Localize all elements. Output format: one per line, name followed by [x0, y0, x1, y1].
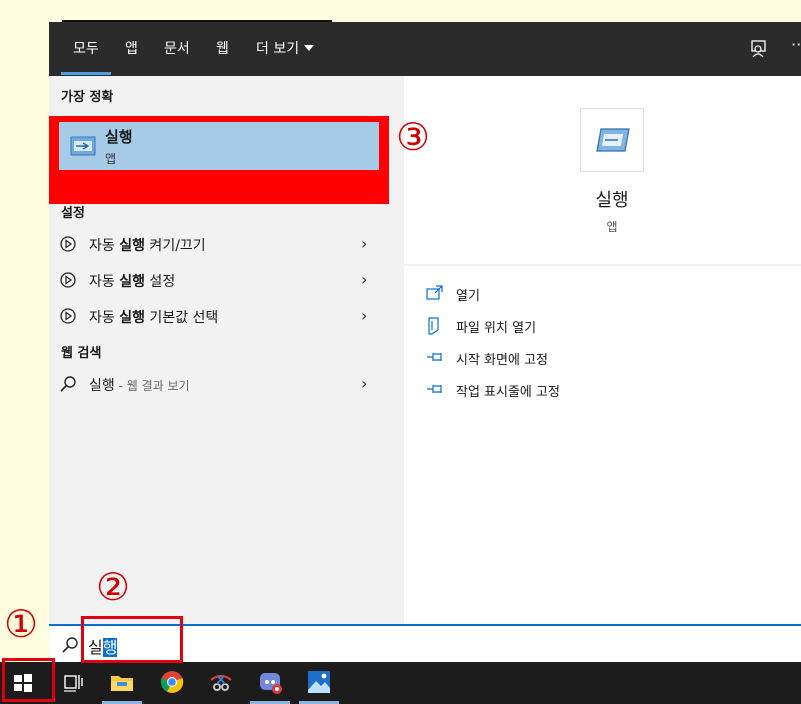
search-filter-bar: 모두 앱 문서 웹 더 보기 ··· — [49, 22, 801, 76]
settings-item-label: 자동 실행 설정 — [89, 274, 176, 290]
tab-all[interactable]: 모두 — [73, 40, 99, 58]
settings-item-autoplay-toggle[interactable]: 자동 실행 켜기/끄기 › — [49, 227, 389, 261]
action-open[interactable]: 열기 — [426, 284, 626, 304]
tab-documents[interactable]: 문서 — [164, 40, 190, 58]
action-pin-to-start-label: 시작 화면에 고정 — [456, 353, 548, 368]
active-tab-indicator — [61, 72, 111, 75]
search-icon — [62, 637, 78, 653]
settings-item-autoplay-defaults[interactable]: 자동 실행 기본값 선택 › — [49, 299, 389, 333]
chevron-right-icon: › — [361, 306, 368, 325]
pin-icon — [427, 353, 442, 361]
preview-pane: 실행 앱 열기 파일 위치 열기 시작 화면에 고정 작업 표시줄에 고정 — [404, 76, 801, 624]
settings-item-label: 자동 실행 켜기/끄기 — [89, 238, 206, 254]
preview-title: 실행 — [595, 190, 629, 211]
action-open-file-location[interactable]: 파일 위치 열기 — [426, 316, 626, 336]
settings-item-label: 자동 실행 기본값 선택 — [89, 310, 219, 326]
taskbar — [0, 662, 801, 704]
best-match-result[interactable]: 실행 앱 — [59, 122, 379, 170]
file-location-icon — [428, 317, 439, 335]
preview-subtitle: 앱 — [606, 220, 618, 234]
open-icon — [426, 285, 443, 300]
best-match-title: 실행 — [105, 128, 133, 146]
tab-web[interactable]: 웹 — [216, 40, 229, 58]
chevron-right-icon: › — [361, 234, 368, 253]
snipping-tool-icon[interactable] — [209, 670, 233, 694]
feedback-icon[interactable] — [749, 39, 769, 59]
action-open-file-location-label: 파일 위치 열기 — [456, 321, 537, 336]
pin-icon — [427, 385, 442, 393]
tab-more-label: 더 보기 — [256, 41, 300, 57]
step-1-marker: ① — [4, 602, 39, 646]
best-match-highlight: 실행 앱 — [49, 116, 389, 204]
chevron-right-icon: › — [361, 374, 368, 393]
search-icon — [60, 376, 76, 392]
settings-play-icon — [60, 308, 76, 324]
web-search-label: 실행 - 웹 결과 보기 — [89, 378, 190, 394]
chrome-icon[interactable] — [160, 670, 184, 694]
step-2-marker: ② — [96, 565, 131, 609]
action-open-label: 열기 — [456, 289, 480, 304]
preview-app-tile — [580, 108, 644, 172]
action-pin-to-start[interactable]: 시작 화면에 고정 — [426, 348, 626, 368]
photos-icon[interactable] — [307, 670, 331, 694]
tab-apps[interactable]: 앱 — [125, 40, 138, 58]
chevron-down-icon — [304, 45, 315, 51]
action-pin-to-taskbar[interactable]: 작업 표시줄에 고정 — [426, 380, 626, 400]
web-search-heading: 웹 검색 — [61, 346, 102, 361]
step-3-marker: ③ — [396, 115, 431, 159]
action-pin-to-taskbar-label: 작업 표시줄에 고정 — [456, 385, 560, 400]
best-match-heading: 가장 정확 — [61, 90, 114, 105]
run-app-icon — [596, 128, 630, 152]
more-options-icon[interactable]: ··· — [791, 35, 801, 54]
settings-play-icon — [60, 236, 76, 252]
run-app-icon — [70, 136, 96, 156]
best-match-subtitle: 앱 — [105, 152, 117, 166]
settings-heading: 설정 — [61, 206, 85, 221]
preview-divider — [404, 264, 801, 266]
tab-more[interactable]: 더 보기 — [256, 40, 315, 58]
discord-icon[interactable] — [259, 670, 283, 694]
chevron-right-icon: › — [361, 270, 368, 289]
settings-play-icon — [60, 272, 76, 288]
start-button-highlight — [2, 658, 55, 702]
file-explorer-icon[interactable] — [110, 670, 134, 694]
search-input-highlight — [81, 616, 183, 663]
results-list: 가장 정확 실행 앱 설정 자동 실행 켜기/끄기 › 자동 실행 설정 › 자… — [49, 76, 403, 624]
search-panel: 모두 앱 문서 웹 더 보기 ··· 가장 정확 실행 앱 — [49, 22, 801, 624]
settings-item-autoplay-settings[interactable]: 자동 실행 설정 › — [49, 263, 389, 297]
web-search-item[interactable]: 실행 - 웹 결과 보기 › — [49, 367, 389, 401]
task-view-icon[interactable] — [61, 670, 85, 694]
